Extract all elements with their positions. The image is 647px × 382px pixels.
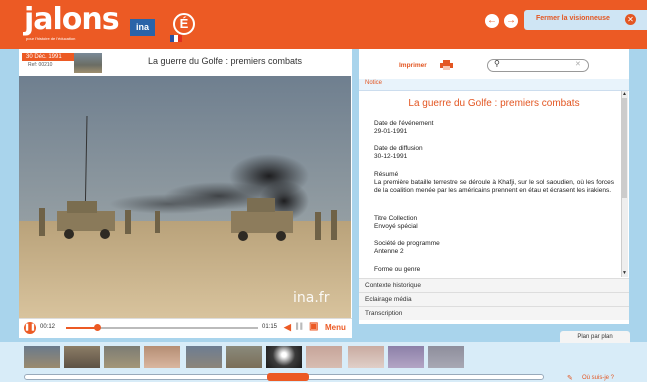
ina-logo[interactable]: ina xyxy=(130,19,155,36)
video-frame[interactable] xyxy=(19,76,351,318)
accordion-transcription[interactable]: Transcription xyxy=(359,306,629,320)
left-arrow-icon[interactable]: ← xyxy=(485,14,499,28)
volume-icon[interactable]: ◀ xyxy=(284,322,291,333)
search-icon[interactable]: ⚲ xyxy=(494,59,500,68)
film-thumb[interactable] xyxy=(64,346,100,368)
field-value: Envoyé spécial xyxy=(374,223,418,230)
tab-notice-label[interactable]: Notice xyxy=(365,80,382,86)
video-thumbnail xyxy=(74,53,102,73)
film-thumb[interactable] xyxy=(388,346,424,368)
filmstrip-scroll-handle[interactable] xyxy=(267,373,309,381)
jalons-logo[interactable]: jalons xyxy=(24,2,120,37)
right-arrow-icon[interactable]: → xyxy=(504,14,518,28)
video-scene xyxy=(19,76,351,318)
film-thumb[interactable] xyxy=(428,346,464,368)
accordion-media[interactable]: Eclairage média xyxy=(359,292,629,306)
field-genre: Forme ou genre xyxy=(374,266,420,274)
scrollbar-thumb[interactable] xyxy=(622,98,627,198)
search-input[interactable] xyxy=(487,59,589,72)
notice-title: La guerre du Golfe : premiers combats xyxy=(408,98,580,109)
field-collection: Titre Collection Envoyé spécial xyxy=(374,215,418,231)
field-broadcast-date: Date de diffusion 30-12-1991 xyxy=(374,145,423,161)
field-label: Résumé xyxy=(374,171,399,178)
progress-handle[interactable] xyxy=(93,324,101,331)
close-icon[interactable]: ✕ xyxy=(625,14,636,25)
pause-icon[interactable]: ❚❚ xyxy=(24,322,36,334)
tab-notice[interactable] xyxy=(359,79,629,91)
scroll-down-icon[interactable]: ▼ xyxy=(621,270,628,276)
film-thumb[interactable] xyxy=(266,346,302,368)
film-thumb[interactable] xyxy=(348,346,384,368)
film-thumb[interactable] xyxy=(226,346,262,368)
field-channel: Société de programme Antenne 2 xyxy=(374,240,440,256)
help-icon[interactable]: ✎ xyxy=(567,374,573,382)
field-label: Forme ou genre xyxy=(374,266,421,273)
field-value: 30-12-1991 xyxy=(374,153,408,160)
film-thumb[interactable] xyxy=(186,346,222,368)
ina-watermark: ina.fr xyxy=(293,290,330,306)
time-current: 00:12 xyxy=(40,324,56,330)
field-label: Date de diffusion xyxy=(374,145,423,152)
close-viewer-label[interactable]: Fermer la visionneuse xyxy=(536,15,610,22)
flag-icon xyxy=(170,35,182,42)
tab-plan-par-plan[interactable]: Plan par plan xyxy=(560,331,630,343)
field-label: Société de programme xyxy=(374,240,440,247)
film-thumb[interactable] xyxy=(144,346,180,368)
video-ref: Ref: 00210 xyxy=(28,62,53,68)
field-summary: Résumé La première bataille terrestre se… xyxy=(374,171,614,195)
field-event-date: Date de l'événement 29-01-1991 xyxy=(374,120,433,136)
film-thumb[interactable] xyxy=(24,346,60,368)
field-label: Date de l'événement xyxy=(374,120,434,127)
video-date: 30 Déc. 1991 xyxy=(22,53,74,61)
print-button[interactable]: Imprimer xyxy=(399,62,427,69)
menu-button[interactable]: Menu xyxy=(325,323,346,332)
field-value: La première bataille terrestre se déroul… xyxy=(374,179,614,194)
progress-fill xyxy=(66,327,97,329)
accordion-context[interactable]: Contexte historique xyxy=(359,278,629,292)
print-icon[interactable] xyxy=(440,60,453,70)
logo-tagline: pour l'histoire de l'éducation xyxy=(26,36,76,41)
film-thumb[interactable] xyxy=(104,346,140,368)
education-logo[interactable]: É xyxy=(173,13,195,35)
scroll-up-icon[interactable]: ▲ xyxy=(621,91,628,97)
video-date-box: 30 Déc. 1991 Ref: 00210 xyxy=(22,53,74,74)
field-value: 29-01-1991 xyxy=(374,128,408,135)
field-label: Titre Collection xyxy=(374,215,418,222)
film-thumb[interactable] xyxy=(306,346,342,368)
fullscreen-icon[interactable]: ▣ xyxy=(309,321,318,332)
where-am-i-link[interactable]: Où suis-je ? xyxy=(582,375,614,381)
time-total: 01:15 xyxy=(262,324,278,330)
clear-search-icon[interactable]: ✕ xyxy=(575,60,581,68)
volume-level-icon[interactable]: ▌▌ xyxy=(296,324,305,330)
video-title: La guerre du Golfe : premiers combats xyxy=(147,56,303,66)
field-value: Antenne 2 xyxy=(374,248,404,255)
